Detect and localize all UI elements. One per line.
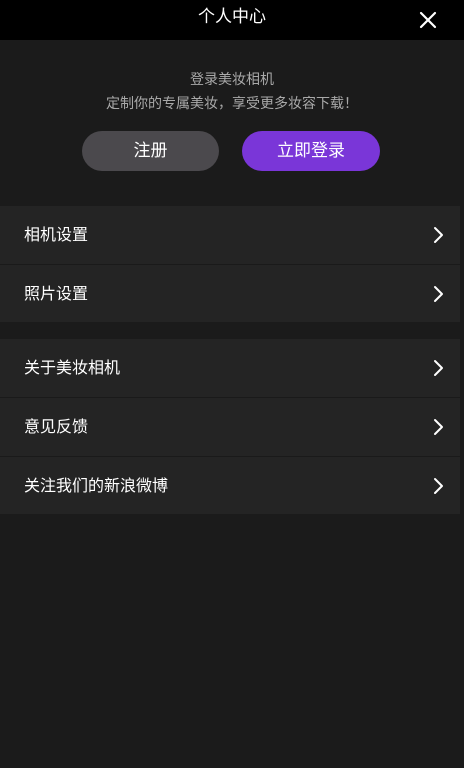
login-panel: 登录美妆相机 定制你的专属美妆，享受更多妆容下载！ 注册 立即登录 [0, 40, 464, 206]
section-divider [0, 322, 460, 339]
chevron-right-icon [432, 285, 444, 303]
chevron-right-icon [432, 477, 444, 495]
chevron-right-icon [432, 226, 444, 244]
chevron-right-icon [432, 359, 444, 377]
header-bar: 个人中心 [0, 0, 464, 40]
personal-center-screen: 个人中心 登录美妆相机 定制你的专属美妆，享受更多妆容下载！ 注册 立即登录 相… [0, 0, 464, 768]
settings-group: 相机设置 照片设置 [0, 206, 460, 322]
login-button[interactable]: 立即登录 [242, 131, 380, 171]
list-item-label: 关于美妆相机 [24, 358, 121, 377]
login-subtitle: 定制你的专属美妆，享受更多妆容下载！ [106, 96, 358, 112]
list-item-camera-settings[interactable]: 相机设置 [0, 206, 460, 264]
close-button[interactable] [414, 6, 442, 34]
list-item-feedback[interactable]: 意见反馈 [0, 397, 460, 456]
edge-strip [460, 40, 464, 768]
list-item-about[interactable]: 关于美妆相机 [0, 339, 460, 397]
page-title: 个人中心 [198, 7, 266, 27]
list-item-label: 照片设置 [24, 284, 89, 303]
list-item-photo-settings[interactable]: 照片设置 [0, 264, 460, 323]
list-item-label: 关注我们的新浪微博 [24, 476, 169, 495]
list-item-follow-weibo[interactable]: 关注我们的新浪微博 [0, 456, 460, 515]
close-icon [414, 6, 442, 34]
login-title: 登录美妆相机 [190, 72, 274, 88]
chevron-right-icon [432, 418, 444, 436]
list-item-label: 相机设置 [24, 225, 89, 244]
about-group: 关于美妆相机 意见反馈 关注我们的新浪微博 [0, 339, 460, 514]
register-button[interactable]: 注册 [82, 131, 219, 171]
list-item-label: 意见反馈 [24, 417, 89, 436]
